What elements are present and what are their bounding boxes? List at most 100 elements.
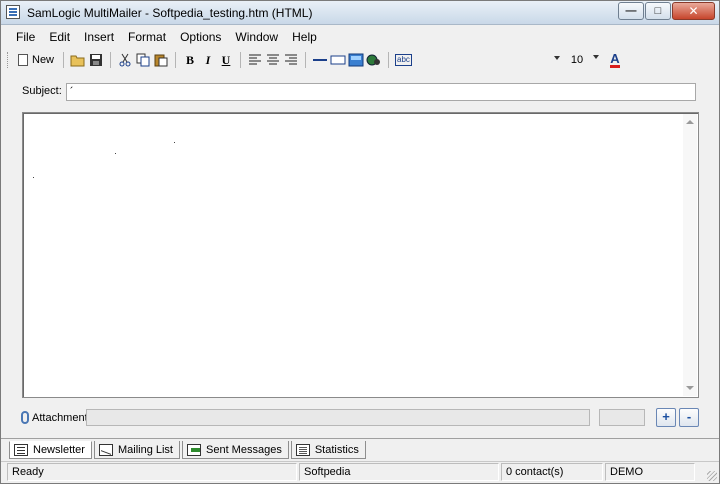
app-window: SamLogic MultiMailer - Softpedia_testing…	[0, 0, 720, 484]
paste-button[interactable]	[153, 51, 169, 69]
scroll-up-icon[interactable]	[686, 120, 694, 124]
attachment-size-field	[599, 409, 645, 426]
image-icon	[348, 53, 364, 67]
mailing-list-icon	[98, 443, 113, 456]
minimize-icon: —	[625, 5, 637, 17]
new-document-icon	[18, 54, 28, 66]
toolbar-grip[interactable]	[7, 52, 10, 68]
status-user: Softpedia	[299, 463, 499, 481]
save-button[interactable]	[88, 51, 104, 69]
align-right-icon	[285, 54, 298, 65]
horizontal-line-button[interactable]	[312, 51, 328, 69]
statistics-icon	[295, 443, 310, 456]
tab-statistics-label: Statistics	[314, 443, 359, 456]
align-center-button[interactable]	[265, 51, 281, 69]
menu-window[interactable]: Window	[235, 30, 278, 44]
status-mode: DEMO	[605, 463, 695, 481]
font-size-select[interactable]: 10	[567, 51, 601, 69]
subject-input[interactable]: ´	[66, 83, 696, 101]
view-tabs: Newsletter Mailing List Sent Messages St…	[9, 441, 368, 459]
open-button[interactable]	[70, 51, 86, 69]
font-size-value: 10	[570, 54, 584, 66]
font-name-select[interactable]	[416, 51, 563, 69]
status-contacts: 0 contact(s)	[501, 463, 603, 481]
bold-label: B	[186, 52, 195, 67]
italic-label: I	[205, 52, 211, 67]
message-editor[interactable]	[22, 112, 699, 398]
chevron-down-icon	[592, 55, 599, 59]
resize-grip[interactable]	[707, 471, 717, 481]
editor-scrollbar[interactable]	[683, 114, 697, 396]
editor-speck	[33, 177, 34, 178]
save-icon	[90, 54, 103, 66]
tab-sent-messages-label: Sent Messages	[206, 443, 282, 456]
scroll-down-icon[interactable]	[686, 386, 694, 390]
align-right-button[interactable]	[283, 51, 299, 69]
window-controls: — □ ✕	[617, 2, 715, 20]
tab-sent-messages[interactable]: Sent Messages	[182, 441, 289, 459]
window-title: SamLogic MultiMailer - Softpedia_testing…	[27, 6, 313, 20]
maximize-button[interactable]: □	[645, 2, 671, 20]
paperclip-icon	[21, 411, 29, 424]
tab-statistics[interactable]: Statistics	[290, 441, 366, 459]
title-bar: SamLogic MultiMailer - Softpedia_testing…	[1, 1, 719, 25]
scissors-icon	[119, 53, 131, 67]
editor-speck	[115, 153, 116, 154]
align-left-button[interactable]	[247, 51, 263, 69]
attachment-label: Attachment:	[32, 412, 91, 424]
font-color-icon: A	[610, 50, 620, 68]
open-folder-icon	[70, 55, 85, 67]
chevron-down-icon	[553, 56, 560, 60]
add-attachment-button[interactable]: +	[656, 408, 676, 427]
minimize-button[interactable]: —	[618, 2, 644, 20]
editor-speck	[174, 142, 175, 143]
close-icon: ✕	[688, 4, 699, 18]
spellcheck-button[interactable]: abc	[395, 51, 412, 69]
font-color-button[interactable]: A	[607, 51, 623, 69]
toolbar-separator	[175, 52, 177, 68]
tab-newsletter-label: Newsletter	[33, 444, 85, 456]
toolbar-separator	[240, 52, 242, 68]
app-icon	[6, 5, 20, 19]
tab-mailing-list-label: Mailing List	[117, 443, 173, 456]
menu-file[interactable]: File	[16, 30, 35, 44]
menu-options[interactable]: Options	[180, 30, 221, 44]
status-bar: Ready Softpedia 0 contact(s) DEMO	[1, 461, 719, 483]
menu-edit[interactable]: Edit	[49, 30, 70, 44]
toolbar-separator	[388, 52, 390, 68]
toolbar-separator	[63, 52, 65, 68]
menu-help[interactable]: Help	[292, 30, 317, 44]
horizontal-line-icon	[313, 59, 328, 61]
menu-bar: File Edit Insert Format Options Window H…	[1, 26, 719, 48]
align-left-icon	[249, 54, 262, 65]
cut-button[interactable]	[117, 51, 133, 69]
new-button[interactable]: New	[15, 51, 57, 69]
insert-image-button[interactable]	[348, 51, 364, 69]
subject-label: Subject:	[22, 85, 62, 97]
menu-insert[interactable]: Insert	[84, 30, 114, 44]
formatting-toolbar: New B I U abc 10 A	[7, 49, 713, 71]
bold-button[interactable]: B	[182, 51, 198, 69]
toolbar-separator	[305, 52, 307, 68]
insert-link-button[interactable]	[366, 51, 382, 69]
underline-label: U	[221, 52, 231, 67]
globe-link-icon	[366, 54, 381, 66]
tab-mailing-list[interactable]: Mailing List	[93, 441, 180, 459]
copy-button[interactable]	[135, 51, 151, 69]
italic-button[interactable]: I	[200, 51, 216, 69]
toolbar-separator	[110, 52, 112, 68]
attachment-field[interactable]	[86, 409, 590, 426]
new-button-label: New	[32, 54, 55, 66]
spellcheck-icon: abc	[395, 54, 412, 66]
remove-attachment-button[interactable]: -	[679, 408, 699, 427]
underline-button[interactable]: U	[218, 51, 234, 69]
menu-format[interactable]: Format	[128, 30, 166, 44]
status-state: Ready	[7, 463, 297, 481]
close-button[interactable]: ✕	[672, 2, 715, 20]
tab-divider	[1, 438, 719, 439]
sent-messages-icon	[187, 443, 201, 456]
copy-icon	[136, 53, 150, 67]
paste-icon	[154, 54, 168, 67]
insert-table-button[interactable]	[330, 51, 346, 69]
tab-newsletter[interactable]: Newsletter	[9, 441, 92, 459]
